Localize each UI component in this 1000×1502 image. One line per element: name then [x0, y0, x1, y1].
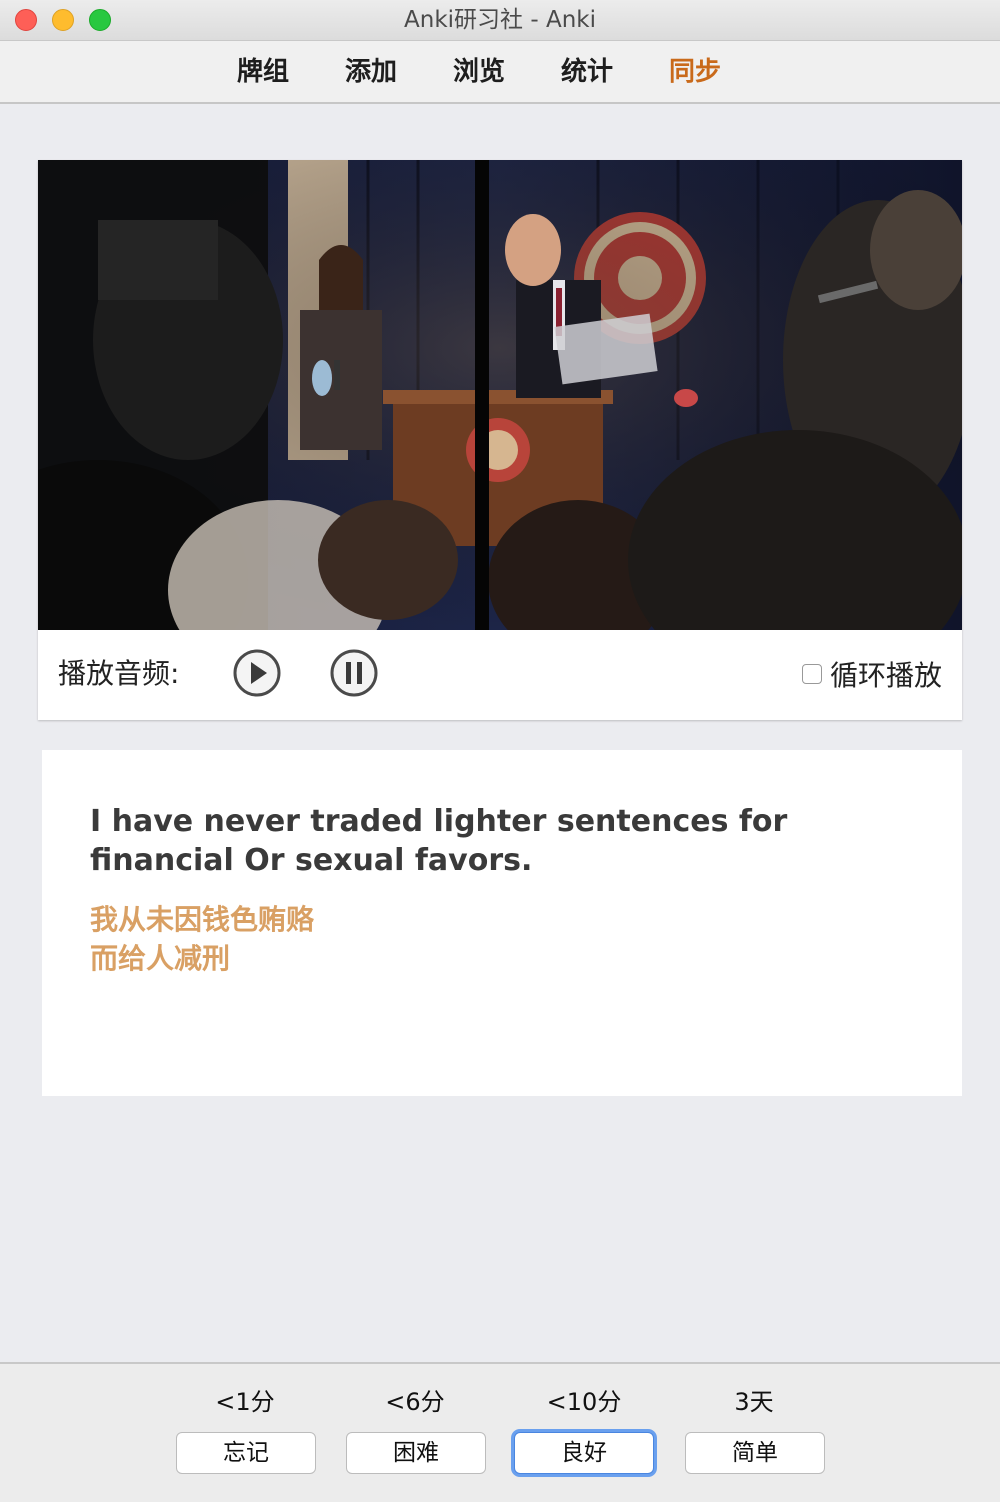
loop-label: 循环播放: [829, 659, 942, 692]
toolbar-decks[interactable]: 牌组: [237, 55, 289, 89]
good-button[interactable]: 良好: [514, 1432, 654, 1474]
english-sentence: I have never traded lighter sentences fo…: [90, 804, 788, 878]
chinese-translation: 我从未因钱色贿赂 而给人减刑: [90, 900, 910, 978]
answer-bar: <1分 <6分 <10分 3天 忘记 困难 良好 简单: [0, 1362, 1000, 1502]
audio-controls: 播放音频: 循环播放: [38, 630, 962, 720]
audio-label: 播放音频:: [58, 657, 180, 690]
media-card: 播放音频: 循环播放: [38, 160, 962, 720]
interval-label: <6分: [385, 1388, 445, 1416]
interval-label: 3天: [734, 1388, 774, 1416]
interval-label: <10分: [546, 1388, 622, 1416]
loop-toggle[interactable]: 循环播放: [801, 656, 942, 692]
play-icon: [233, 649, 281, 697]
hard-button[interactable]: 困难: [346, 1432, 486, 1474]
video-frame: [38, 160, 962, 630]
interval-label: <1分: [215, 1388, 275, 1416]
pause-icon: [330, 649, 378, 697]
toolbar-sync[interactable]: 同步: [669, 55, 721, 89]
chinese-line: 我从未因钱色贿赂: [90, 903, 315, 936]
play-button[interactable]: [232, 648, 282, 698]
answer-text-card: I have never traded lighter sentences fo…: [42, 750, 962, 1096]
toolbar-add[interactable]: 添加: [345, 55, 397, 89]
toolbar-stats[interactable]: 统计: [561, 55, 613, 89]
pause-button[interactable]: [329, 648, 379, 698]
main-toolbar: 牌组 添加 浏览 统计 同步: [0, 41, 1000, 104]
easy-button[interactable]: 简单: [685, 1432, 825, 1474]
chinese-line: 而给人减刑: [90, 942, 231, 975]
window-titlebar: Anki研习社 - Anki: [0, 0, 1000, 41]
again-button[interactable]: 忘记: [176, 1432, 316, 1474]
window-title: Anki研习社 - Anki: [404, 7, 596, 33]
toolbar-browse[interactable]: 浏览: [453, 55, 505, 89]
press-conference-image: [38, 160, 962, 630]
loop-checkbox[interactable]: [801, 664, 822, 684]
